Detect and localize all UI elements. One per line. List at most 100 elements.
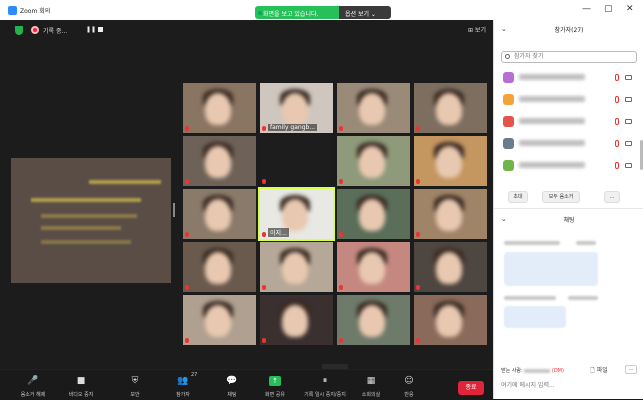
- muted-mic-icon: [185, 179, 189, 184]
- participant-face: [205, 199, 231, 231]
- participant-video-tile[interactable]: [183, 136, 256, 186]
- muted-mic-icon: [185, 338, 189, 343]
- toolbar-icon: 🎤: [27, 376, 39, 386]
- participant-video-tile[interactable]: [337, 242, 410, 292]
- toolbar-label: 참가자: [176, 392, 190, 398]
- chat-to-label: 받는 사람:: [501, 368, 523, 374]
- toolbar-item-9[interactable]: ☺ 반응: [384, 370, 434, 400]
- participant-video-tile[interactable]: [414, 242, 487, 292]
- chat-recipient-name: [524, 368, 551, 373]
- shared-text-line: [89, 180, 161, 184]
- chat-sender-line: [568, 296, 598, 300]
- muted-mic-icon: [615, 74, 619, 81]
- meeting-area: 기록 중... ❚❚ ⊞ 보기 family gangb...이지... ⌄: [0, 20, 493, 399]
- toolbar-label: 보안: [130, 392, 140, 398]
- view-options-button[interactable]: 옵션 보기 ⌄: [339, 6, 391, 19]
- participant-video-tile[interactable]: [337, 136, 410, 186]
- participant-face: [282, 252, 308, 284]
- chat-message-input[interactable]: 여기에 메시지 입력...: [501, 380, 555, 389]
- participant-face: [282, 199, 308, 231]
- participant-row[interactable]: [501, 136, 637, 152]
- toolbar-icon: ⛨: [131, 376, 139, 386]
- toolbar-label: 기록 일시 중지/중지: [304, 392, 346, 398]
- participant-video-tile[interactable]: [337, 83, 410, 133]
- muted-mic-icon: [615, 96, 619, 103]
- muted-mic-icon: [185, 285, 189, 290]
- participant-video-tile[interactable]: [337, 295, 410, 345]
- chat-file-button[interactable]: 🗋 파일: [590, 365, 608, 376]
- invite-button[interactable]: 초대: [508, 191, 528, 203]
- participant-face: [359, 252, 385, 284]
- participant-video-tile[interactable]: [183, 242, 256, 292]
- security-shield-icon[interactable]: [15, 26, 23, 35]
- participant-video-tile[interactable]: [414, 83, 487, 133]
- maximize-button[interactable]: ▢: [604, 4, 613, 14]
- avatar: [503, 160, 514, 171]
- pause-recording-icon[interactable]: ❚❚: [86, 26, 96, 33]
- muted-mic-icon: [262, 338, 266, 343]
- participant-row[interactable]: [501, 158, 637, 174]
- zoom-logo-icon: [8, 6, 17, 15]
- toolbar-label: 음소거 해제: [20, 392, 46, 398]
- participant-face: [282, 305, 308, 337]
- end-meeting-button[interactable]: 종료: [458, 381, 484, 395]
- toolbar-label: 화면 공유: [265, 392, 285, 398]
- toolbar-item-2[interactable]: ■ 비디오 중지: [56, 370, 106, 400]
- muted-mic-icon: [262, 285, 266, 290]
- window-title: Zoom 회의: [20, 8, 51, 15]
- participant-video-tile[interactable]: 이지...: [258, 187, 335, 241]
- chat-recipient[interactable]: 받는 사람: (DM): [501, 367, 564, 374]
- view-toggle-button[interactable]: ⊞ 보기: [468, 25, 486, 34]
- participant-video-tile[interactable]: [414, 189, 487, 239]
- video-off-icon: [625, 97, 632, 102]
- participants-more-button[interactable]: ...: [604, 191, 620, 203]
- participant-video-tile[interactable]: [337, 189, 410, 239]
- panel-divider: [494, 208, 643, 209]
- participant-video-tile[interactable]: [183, 83, 256, 133]
- toolbar-icon: ■: [76, 376, 86, 386]
- participant-video-tile[interactable]: [260, 136, 333, 186]
- toolbar-icon: ▦: [366, 376, 376, 386]
- toolbar-item-3[interactable]: ⛨ 보안: [110, 370, 160, 400]
- shared-screen-content: [11, 158, 171, 283]
- muted-mic-icon: [339, 232, 343, 237]
- participant-row[interactable]: [501, 70, 637, 86]
- participant-search-placeholder: 참가자 찾기: [514, 53, 544, 60]
- participant-video-tile[interactable]: [183, 295, 256, 345]
- mute-all-button[interactable]: 모두 음소거: [542, 191, 580, 203]
- participant-video-tile[interactable]: [260, 295, 333, 345]
- muted-mic-icon: [416, 285, 420, 290]
- minimize-button[interactable]: —: [582, 4, 591, 14]
- muted-mic-icon: [185, 232, 189, 237]
- toolbar-icon: 👥: [177, 376, 189, 386]
- toolbar-item-1[interactable]: 🎤 음소거 해제: [8, 370, 58, 400]
- toolbar-item-6[interactable]: ↑ 화면 공유: [250, 370, 300, 400]
- toolbar-icon: ☺: [404, 376, 414, 386]
- participant-video-tile[interactable]: family gangb...: [260, 83, 333, 133]
- avatar: [503, 72, 514, 83]
- toolbar-item-7[interactable]: ⏸ 기록 일시 중지/중지: [300, 370, 350, 400]
- muted-mic-icon: [339, 285, 343, 290]
- muted-mic-icon: [262, 179, 266, 184]
- participant-video-tile[interactable]: [414, 136, 487, 186]
- muted-mic-icon: [615, 118, 619, 125]
- splitter-handle[interactable]: [173, 203, 175, 217]
- toolbar-icon: 💬: [226, 376, 238, 386]
- participant-face: [359, 199, 385, 231]
- shared-text-line: [41, 214, 137, 218]
- participant-video-tile[interactable]: [183, 189, 256, 239]
- chat-dm-badge: (DM): [551, 368, 564, 374]
- participant-face: [205, 146, 231, 178]
- participant-row[interactable]: [501, 92, 637, 108]
- chat-more-button[interactable]: ...: [625, 365, 637, 374]
- close-button[interactable]: ✕: [626, 4, 634, 14]
- participant-row[interactable]: [501, 114, 637, 130]
- shared-text-line: [31, 198, 141, 202]
- participant-search-input[interactable]: 참가자 찾기: [501, 51, 637, 63]
- participant-video-tile[interactable]: [260, 242, 333, 292]
- stop-recording-icon[interactable]: [98, 27, 103, 32]
- muted-mic-icon: [339, 126, 343, 131]
- participant-video-tile[interactable]: [414, 295, 487, 345]
- toolbar-item-4[interactable]: 👥 27 참가자: [158, 370, 208, 400]
- participant-face: [436, 199, 462, 231]
